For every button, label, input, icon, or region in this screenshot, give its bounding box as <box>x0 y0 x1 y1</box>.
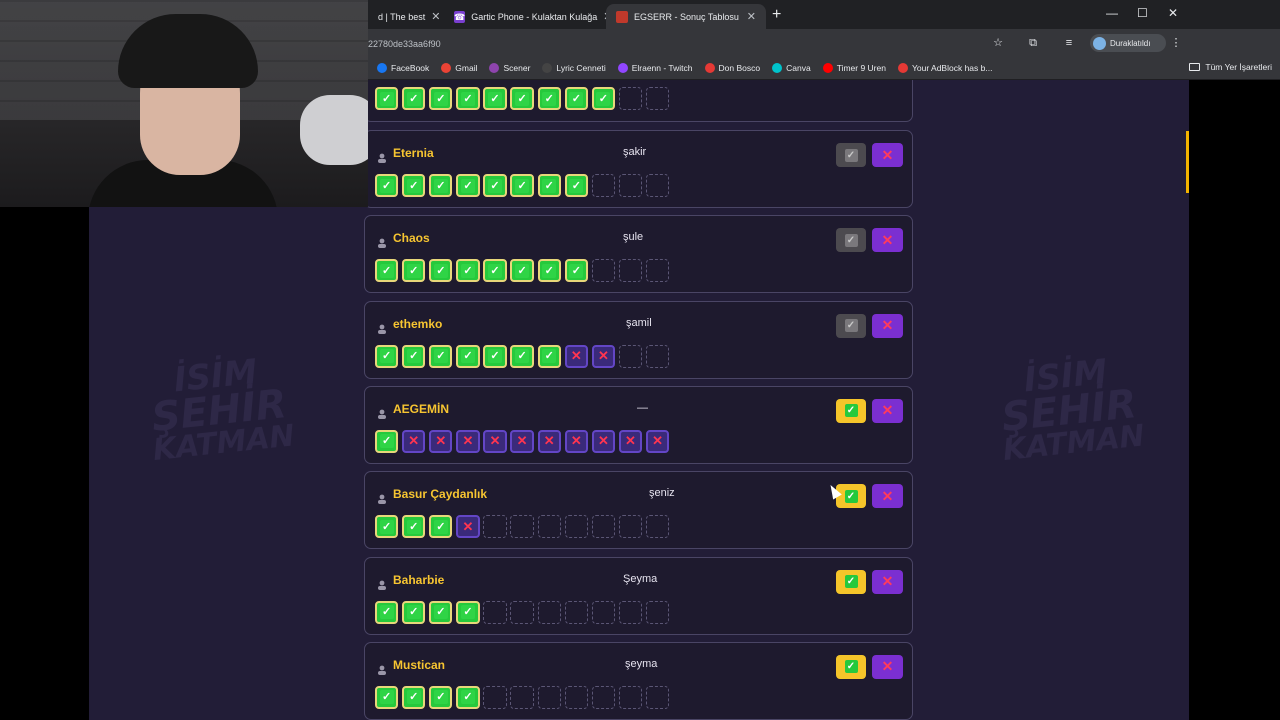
bookmark-label: FaceBook <box>391 63 430 73</box>
bookmark-favicon-icon <box>441 63 452 73</box>
bookmark-favicon-icon <box>822 63 833 73</box>
bookmark-favicon-icon <box>377 63 387 73</box>
new-tab-icon[interactable]: + <box>772 6 781 24</box>
bookmark-label: Timer 9 Uren <box>836 63 886 73</box>
tab-2[interactable]: ☎ Gartic Phone - Kulaktan Kulağa ✕ <box>444 4 613 29</box>
extensions-icon[interactable]: ⧉ <box>1025 35 1041 51</box>
avatar <box>1093 36 1106 50</box>
tab-1[interactable]: d | The best ✕ <box>368 4 440 29</box>
close-icon[interactable]: ✕ <box>431 10 440 23</box>
browser-window: d | The best ✕ ☎ Gartic Phone - Kulaktan… <box>368 0 1280 720</box>
media-control-icon[interactable]: ≡ <box>1061 35 1077 51</box>
window-close-icon[interactable]: ✕ <box>1168 6 1178 20</box>
bookmark-favicon-icon <box>897 63 908 73</box>
egserr-icon <box>616 10 628 23</box>
bookmark-favicon-icon <box>542 63 553 73</box>
bookmark-item[interactable]: Timer 9 Uren <box>822 63 886 73</box>
watermark-left: İSİM ŞEHİR KATMAN <box>149 351 297 469</box>
bookmark-favicon-icon <box>704 63 715 73</box>
bookmark-item[interactable]: Canva <box>772 63 811 73</box>
bookmark-favicon-icon <box>489 63 500 73</box>
close-icon[interactable]: ✕ <box>747 10 756 23</box>
tab-title: Gartic Phone - Kulaktan Kulağa <box>471 11 598 22</box>
bookmark-item[interactable]: FaceBook <box>377 63 429 73</box>
bookmark-label: Canva <box>786 63 811 73</box>
bookmark-label: Your AdBlock has b... <box>911 63 993 73</box>
folder-icon <box>1189 63 1201 71</box>
bookmark-favicon-icon <box>772 63 783 73</box>
tab-title: d | The best <box>378 11 426 22</box>
webcam-overlay <box>0 0 368 207</box>
profile-label: Duraklatıldı <box>1110 38 1151 48</box>
bookmark-item[interactable]: Lyric Cenneti <box>542 63 606 73</box>
bookmark-item[interactable]: Your AdBlock has b... <box>897 63 993 73</box>
bookmarks-bar: FaceBook Gmail Scener Lyric Cenneti Elraenn … <box>368 57 1280 80</box>
star-icon[interactable]: ☆ <box>990 35 1006 51</box>
bookmark-label: Lyric Cenneti <box>556 63 606 73</box>
bookmark-item[interactable]: Elraenn - Twitch <box>617 63 693 73</box>
all-bookmarks[interactable]: Tüm Yer İşaretleri <box>1189 62 1272 72</box>
profile-button[interactable]: Duraklatıldı <box>1090 34 1166 52</box>
minimize-icon[interactable]: — <box>1106 6 1118 20</box>
bookmark-item[interactable]: Gmail <box>441 63 477 73</box>
bookmark-label: Elraenn - Twitch <box>631 63 693 73</box>
bookmark-item[interactable]: Scener <box>489 63 530 73</box>
tab-3-active[interactable]: EGSERR - Sonuç Tablosu ✕ <box>606 4 766 29</box>
bookmark-label: Gmail <box>455 63 478 73</box>
menu-icon[interactable]: ⋮ <box>1168 35 1184 51</box>
bookmark-favicon-icon <box>617 63 628 73</box>
screen: İSİM ŞEHİR KATMAN İSİM ŞEHİR KATMAN ✓ ✓ ✓ ✓… <box>0 0 1280 720</box>
bookmark-label: Scener <box>503 63 531 73</box>
maximize-icon[interactable]: ☐ <box>1137 6 1148 20</box>
url-field[interactable]: 22780de33aa6f90 <box>368 35 1008 53</box>
bookmark-item[interactable]: Don Bosco <box>704 63 761 73</box>
bookmark-label: Don Bosco <box>718 63 761 73</box>
gartic-icon: ☎ <box>454 10 466 23</box>
all-bookmarks-label: Tüm Yer İşaretleri <box>1205 62 1272 72</box>
tab-title: EGSERR - Sonuç Tablosu <box>634 11 739 22</box>
tab-strip: d | The best ✕ ☎ Gartic Phone - Kulaktan… <box>368 0 1280 29</box>
